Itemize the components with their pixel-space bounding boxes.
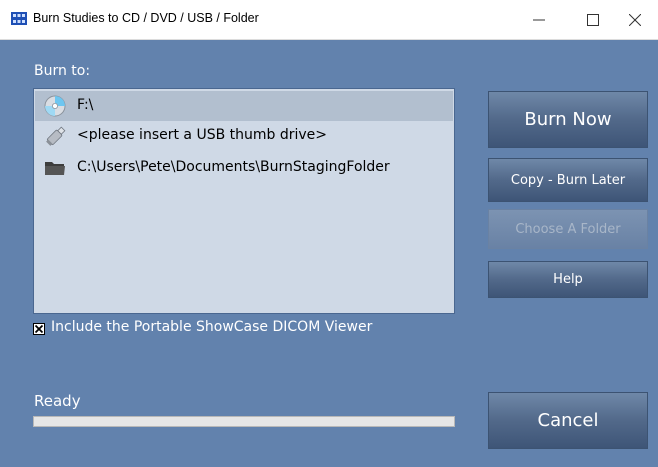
folder-icon (45, 162, 65, 175)
burn-target-list[interactable]: F:\ <please insert a USB thumb drive> C:… (33, 88, 455, 314)
list-item-usb-drive[interactable]: <please insert a USB thumb drive> (35, 121, 453, 151)
cancel-button[interactable]: Cancel (488, 392, 648, 449)
close-button[interactable] (612, 0, 658, 39)
list-item-cd-drive[interactable]: F:\ (35, 91, 453, 121)
maximize-button[interactable] (570, 0, 616, 39)
include-viewer-checkbox[interactable] (33, 323, 45, 335)
checkbox-checked-icon (34, 324, 44, 334)
usb-drive-icon (46, 126, 66, 146)
help-button[interactable]: Help (488, 261, 648, 298)
window-title: Burn Studies to CD / DVD / USB / Folder (33, 11, 259, 25)
list-item-staging-folder[interactable]: C:\Users\Pete\Documents\BurnStagingFolde… (35, 153, 453, 183)
list-item-label: <please insert a USB thumb drive> (77, 127, 328, 143)
include-viewer-label[interactable]: Include the Portable ShowCase DICOM View… (51, 319, 372, 335)
progress-bar (33, 416, 455, 427)
cd-drive-icon (44, 95, 66, 117)
minimize-button[interactable] (516, 0, 562, 39)
burn-dialog: Burn Studies to CD / DVD / USB / Folder … (0, 0, 658, 467)
maximize-icon (587, 13, 599, 26)
title-bar[interactable]: Burn Studies to CD / DVD / USB / Folder (0, 0, 658, 40)
list-item-label: F:\ (77, 97, 94, 113)
burn-to-label: Burn to: (34, 63, 91, 79)
status-text: Ready (34, 392, 81, 410)
minimize-icon (533, 19, 545, 20)
burn-now-button[interactable]: Burn Now (488, 91, 648, 148)
list-item-label: C:\Users\Pete\Documents\BurnStagingFolde… (77, 159, 390, 175)
app-icon (11, 12, 27, 25)
choose-folder-button[interactable]: Choose A Folder (488, 209, 648, 249)
copy-burn-later-button[interactable]: Copy - Burn Later (488, 158, 648, 202)
close-icon (629, 13, 641, 26)
